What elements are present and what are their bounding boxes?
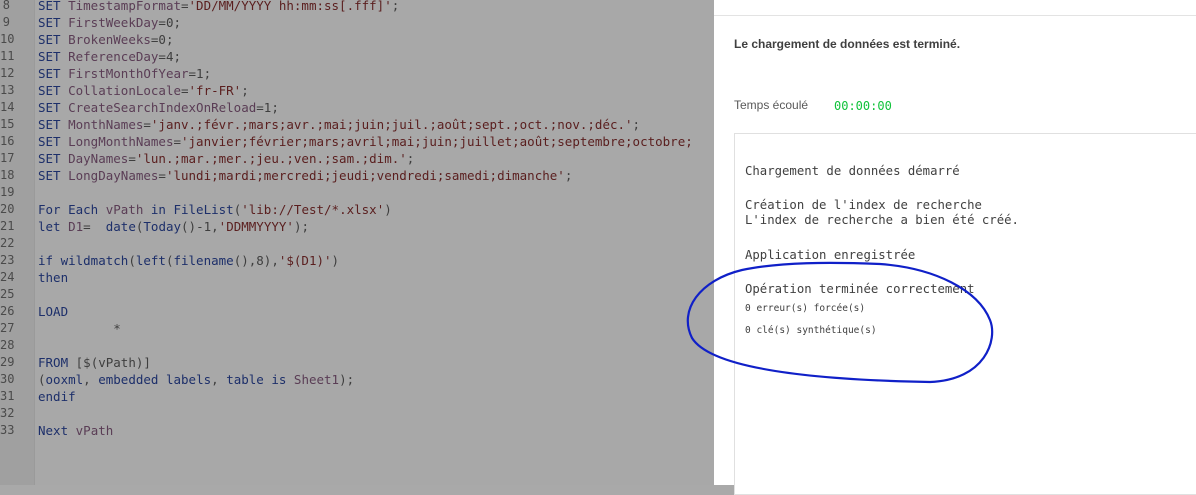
data-load-progress-dialog: Le chargement de données est terminé. Te… <box>714 0 1196 495</box>
script-editor[interactable]: 8 SET TimestampFormat='DD/MM/YYYY hh:mm:s… <box>0 0 714 485</box>
code-text: * <box>38 321 121 336</box>
code-text: if wildmatch(left(filename(),8),'$(D1)') <box>38 253 340 268</box>
line-number: 27 <box>0 321 15 335</box>
elapsed-time-value: 00:00:00 <box>834 99 892 113</box>
line-number: 26 <box>0 304 15 318</box>
line-number: 23 <box>0 253 15 267</box>
line-number: 29 <box>0 355 15 369</box>
code-text: endif <box>38 389 76 404</box>
line-number: 11 <box>0 49 15 63</box>
line-number: 31 <box>0 389 15 403</box>
log-app-saved: Application enregistrée <box>745 248 916 262</box>
log-index-created: L'index de recherche a bien été créé. <box>745 213 1019 227</box>
code-text: SET LongMonthNames='janvier;février;mars… <box>38 134 693 149</box>
line-number: 25 <box>0 287 15 301</box>
line-number: 9 <box>2 15 10 29</box>
load-log-panel[interactable] <box>734 133 1196 495</box>
code-text: LOAD <box>38 304 69 319</box>
code-text: For Each vPath in FileList('lib://Test/*… <box>38 202 392 217</box>
line-number: 30 <box>0 372 15 386</box>
line-number: 12 <box>0 66 15 80</box>
log-synthetic-keys: 0 clé(s) synthétique(s) <box>745 325 877 336</box>
code-text: let D1= date(Today()-1,'DDMMYYYY'); <box>38 219 309 234</box>
code-text: SET LongDayNames='lundi;mardi;mercredi;j… <box>38 168 573 183</box>
code-text: SET FirstWeekDay=0; <box>38 15 181 30</box>
code-text: Next vPath <box>38 423 114 438</box>
log-index-creating: Création de l'index de recherche <box>745 198 982 212</box>
line-number: 14 <box>0 100 15 114</box>
code-text: SET TimestampFormat='DD/MM/YYYY hh:mm:ss… <box>38 0 400 13</box>
code-text: SET FirstMonthOfYear=1; <box>38 66 212 81</box>
line-number: 22 <box>0 236 15 250</box>
load-complete-message: Le chargement de données est terminé. <box>734 37 961 51</box>
dialog-header <box>714 0 1196 16</box>
line-number: 32 <box>0 406 15 420</box>
line-number: 8 <box>2 0 10 12</box>
code-text: then <box>38 270 69 285</box>
code-text: SET CollationLocale='fr-FR'; <box>38 83 249 98</box>
log-success: Opération terminée correctement <box>745 282 975 296</box>
line-number: 19 <box>0 185 15 199</box>
code-text: SET DayNames='lun.;mar.;mer.;jeu.;ven.;s… <box>38 151 415 166</box>
line-number: 18 <box>0 168 15 182</box>
code-text: SET BrokenWeeks=0; <box>38 32 174 47</box>
code-text: (ooxml, embedded labels, table is Sheet1… <box>38 372 355 387</box>
line-number: 24 <box>0 270 15 284</box>
line-number: 21 <box>0 219 15 233</box>
line-number: 16 <box>0 134 15 148</box>
code-text: SET CreateSearchIndexOnReload=1; <box>38 100 279 115</box>
line-number: 10 <box>0 32 15 46</box>
code-text: FROM [$(vPath)] <box>38 355 151 370</box>
code-text: SET ReferenceDay=4; <box>38 49 181 64</box>
log-load-started: Chargement de données démarré <box>745 164 960 178</box>
line-number: 20 <box>0 202 15 216</box>
line-number: 13 <box>0 83 15 97</box>
line-number: 33 <box>0 423 15 437</box>
line-number: 28 <box>0 338 15 352</box>
line-number: 15 <box>0 117 15 131</box>
line-number: 17 <box>0 151 15 165</box>
log-forced-errors: 0 erreur(s) forcée(s) <box>745 303 866 314</box>
elapsed-time-label: Temps écoulé <box>734 98 809 112</box>
code-text: SET MonthNames='janv.;févr.;mars;avr.;ma… <box>38 117 641 132</box>
